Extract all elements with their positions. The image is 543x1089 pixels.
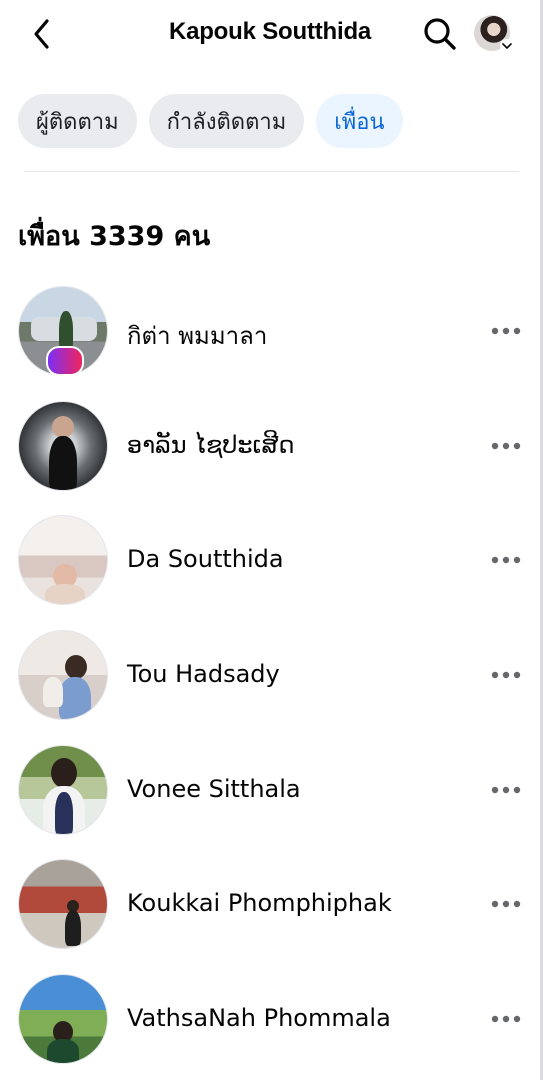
divider (24, 171, 519, 172)
list-item[interactable]: Vonee Sitthala (0, 744, 540, 860)
more-button[interactable] (488, 545, 524, 575)
tab-following[interactable]: กำลังติดตาม (148, 94, 305, 148)
more-button[interactable] (488, 316, 524, 346)
avatar (18, 400, 108, 491)
avatar (18, 859, 108, 950)
list-item[interactable]: Koukkai Phomphiphak (0, 859, 540, 974)
page-title: Kapouk Soutthida (168, 18, 372, 45)
list-item[interactable]: ອາລັນ ໄຊປະເສີດ (0, 400, 540, 516)
more-horizontal-icon (491, 786, 521, 793)
more-button[interactable] (488, 889, 524, 919)
story-badge (46, 346, 84, 376)
more-button[interactable] (488, 775, 524, 805)
more-horizontal-icon (491, 901, 521, 908)
tab-friends[interactable]: เพื่อน (316, 94, 403, 148)
more-horizontal-icon (491, 327, 521, 335)
back-button[interactable] (24, 14, 60, 54)
avatar (18, 515, 108, 606)
filter-tabs: ผู้ติดตาม กำลังติดตาม เพื่อน (18, 94, 403, 148)
search-button[interactable] (420, 14, 460, 54)
more-horizontal-icon (491, 557, 521, 564)
friend-name: Da Soutthida (127, 545, 284, 574)
friend-name: Tou Hadsady (127, 660, 280, 689)
avatar (18, 974, 108, 1065)
list-item[interactable]: กิต่า พมมาลา (0, 286, 540, 401)
list-item[interactable]: Tou Hadsady (0, 630, 540, 745)
more-horizontal-icon (491, 1015, 521, 1023)
friend-list: กิต่า พมมาลา ອາລັນ ໄຊປະເສີດ Da Soutthida (0, 286, 540, 1089)
chevron-left-icon (34, 19, 49, 49)
more-horizontal-icon (491, 442, 521, 449)
friends-count-heading: เพื่อน 3339 คน (18, 221, 211, 252)
more-button[interactable] (488, 431, 524, 461)
avatar (18, 744, 108, 835)
friend-name: Vonee Sitthala (127, 774, 301, 803)
list-item[interactable]: Da Soutthida (0, 515, 540, 630)
list-item[interactable]: VathsaNah Phommala (0, 974, 540, 1089)
friend-name: ອາລັນ ໄຊປະເສີດ (127, 430, 295, 459)
friend-name: กิต่า พมมาลา (127, 322, 268, 350)
more-horizontal-icon (491, 671, 521, 679)
top-bar: Kapouk Soutthida (0, 0, 540, 68)
more-button[interactable] (488, 660, 524, 690)
search-icon (424, 18, 456, 50)
chevron-down-icon (500, 39, 514, 53)
friend-name: VathsaNah Phommala (127, 1004, 391, 1033)
friend-name: Koukkai Phomphiphak (127, 889, 392, 918)
avatar (18, 630, 108, 721)
tab-followers[interactable]: ผู้ติดตาม (18, 94, 137, 148)
profile-menu-button[interactable] (474, 15, 514, 55)
more-button[interactable] (488, 1004, 524, 1034)
